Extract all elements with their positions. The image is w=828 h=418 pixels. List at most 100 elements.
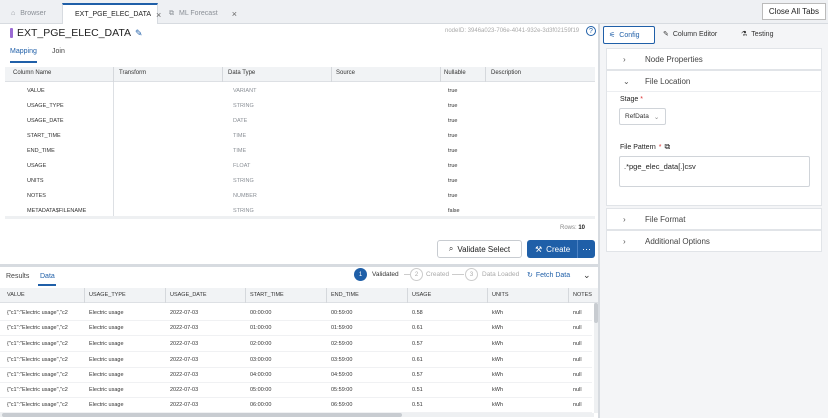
table-row[interactable]: USAGE_TYPE STRING true <box>5 98 595 113</box>
external-link-icon[interactable]: ⧉ <box>665 142 671 152</box>
step-validated-icon: 1 <box>354 268 367 281</box>
close-icon[interactable]: × <box>156 10 161 20</box>
step-data-loaded-label: Data Loaded <box>482 271 520 278</box>
tab-config[interactable]: ⚟ Config <box>603 26 655 44</box>
column-header[interactable]: USAGE_TYPE <box>89 292 126 298</box>
file-pattern-input[interactable]: .*pge_elec_data[.]csv <box>619 156 810 187</box>
table-row[interactable]: UNITS STRING true <box>5 173 595 188</box>
section-title: File Format <box>645 215 686 224</box>
table-row[interactable]: USAGE_DATE DATE true <box>5 113 595 128</box>
table-row[interactable]: {"c1":"Electric usage","c2 Electric usage… <box>0 352 592 368</box>
table-row[interactable]: VALUE VARIANT true <box>5 83 595 98</box>
cell: 0.61 <box>412 325 423 331</box>
cell-column-name: USAGE_TYPE <box>27 103 64 109</box>
cell-nullable: true <box>448 148 458 154</box>
column-header[interactable]: NOTES <box>573 292 592 298</box>
cell-data-type: STRING <box>233 178 254 184</box>
table-row[interactable]: USAGE FLOAT true <box>5 158 595 173</box>
pane-splitter[interactable] <box>0 264 598 267</box>
cell: null <box>573 341 582 347</box>
cell: Electric usage <box>89 341 124 347</box>
create-button[interactable]: ⚒ Create ⋯ <box>527 240 595 258</box>
cell: null <box>573 325 582 331</box>
cell-column-name: END_TIME <box>27 148 55 154</box>
column-header[interactable]: START_TIME <box>250 292 284 298</box>
more-options-icon[interactable]: ⋯ <box>577 240 595 258</box>
column-header[interactable]: Data Type <box>228 70 255 76</box>
tab-label: Browser <box>20 10 46 17</box>
cell: {"c1":"Electric usage","c2 <box>7 357 68 363</box>
flask-icon: ⚗ <box>741 31 748 38</box>
file-location-header[interactable]: ⌄ File Location <box>607 71 823 92</box>
rows-count: Rows: 10 <box>560 225 585 231</box>
file-format-section: › File Format <box>606 208 822 230</box>
tab-ext-pge-elec-data[interactable]: EXT_PGE_ELEC_DATA × <box>62 3 161 24</box>
cell: 0.51 <box>412 402 423 408</box>
cell: kWh <box>492 372 503 378</box>
column-header[interactable]: USAGE_DATE <box>170 292 207 298</box>
cell-data-type: VARIANT <box>233 88 257 94</box>
cell: 0.57 <box>412 341 423 347</box>
additional-options-header[interactable]: › Additional Options <box>607 231 823 252</box>
help-icon[interactable]: ? <box>586 26 596 36</box>
tab-testing[interactable]: ⚗ Testing <box>741 30 773 39</box>
column-header[interactable]: UNITS <box>492 292 509 298</box>
tab-ml-forecast[interactable]: ⧉ ML Forecast × <box>162 3 244 24</box>
stage-select[interactable]: RefData ⌄ <box>619 108 666 125</box>
tab-results[interactable]: Results <box>6 273 29 280</box>
table-row[interactable]: {"c1":"Electric usage","c2 Electric usage… <box>0 305 592 321</box>
edit-icon[interactable]: ✎ <box>135 28 143 39</box>
tab-mapping[interactable]: Mapping <box>10 48 37 55</box>
cell: {"c1":"Electric usage","c2 <box>7 325 68 331</box>
validate-select-button[interactable]: ⌕ Validate Select <box>437 240 522 258</box>
collapse-icon[interactable]: ⌄ <box>583 270 591 281</box>
cell: Electric usage <box>89 310 124 316</box>
cell: 00:59:00 <box>331 310 353 316</box>
horizontal-scrollbar[interactable] <box>5 216 595 219</box>
select-value: RefData <box>625 113 649 120</box>
cell-data-type: DATE <box>233 118 248 124</box>
column-header[interactable]: Nullable <box>444 70 466 76</box>
tab-browser[interactable]: ⌂ Browser <box>4 3 62 24</box>
table-row[interactable]: {"c1":"Electric usage","c2 Electric usage… <box>0 382 592 398</box>
column-header[interactable]: VALUE <box>7 292 25 298</box>
tab-label: Column Editor <box>672 30 718 38</box>
file-format-header[interactable]: › File Format <box>607 209 823 230</box>
table-row[interactable]: END_TIME TIME true <box>5 143 595 158</box>
table-row[interactable]: NOTES NUMBER true <box>5 188 595 203</box>
stage-label: Stage * <box>620 96 643 103</box>
table-row[interactable]: {"c1":"Electric usage","c2 Electric usage… <box>0 320 592 336</box>
chevron-right-icon: › <box>623 237 626 246</box>
cell: 00:00:00 <box>250 310 272 316</box>
rows-label: Rows: <box>560 225 577 231</box>
hammer-icon: ⚒ <box>535 244 543 254</box>
close-all-tabs-button[interactable]: Close All Tabs <box>761 3 826 20</box>
table-row[interactable]: {"c1":"Electric usage","c2 Electric usage… <box>0 336 592 352</box>
node-properties-header[interactable]: › Node Properties <box>607 49 823 70</box>
required-marker: * <box>640 96 643 103</box>
column-header[interactable]: Column Name <box>13 70 51 76</box>
column-header[interactable]: Description <box>491 70 521 76</box>
table-row[interactable]: {"c1":"Electric usage","c2 Electric usage… <box>0 367 592 383</box>
table-row[interactable]: {"c1":"Electric usage","c2 Electric usage… <box>0 397 592 413</box>
tab-column-editor[interactable]: ✎ Column Editor <box>663 30 718 39</box>
table-row[interactable]: METADATA$FILENAME STRING false <box>5 203 595 214</box>
column-header[interactable]: USAGE <box>412 292 431 298</box>
cell: Electric usage <box>89 402 124 408</box>
tab-data[interactable]: Data <box>40 273 55 280</box>
cell: {"c1":"Electric usage","c2 <box>7 310 68 316</box>
cell: 02:00:00 <box>250 341 272 347</box>
field-label: Stage <box>620 96 639 103</box>
column-header[interactable]: END_TIME <box>331 292 359 298</box>
cell-data-type: FLOAT <box>233 163 251 169</box>
table-row[interactable]: START_TIME TIME true <box>5 128 595 143</box>
scrollbar-thumb[interactable] <box>2 413 402 417</box>
column-header[interactable]: Transform <box>119 70 146 76</box>
cell: null <box>573 310 582 316</box>
tab-join[interactable]: Join <box>52 48 65 55</box>
cell: 0.58 <box>412 310 423 316</box>
column-header[interactable]: Source <box>336 70 355 76</box>
close-icon[interactable]: × <box>232 9 237 19</box>
cell: {"c1":"Electric usage","c2 <box>7 387 68 393</box>
fetch-data-button[interactable]: ↻ Fetch Data <box>527 271 570 280</box>
